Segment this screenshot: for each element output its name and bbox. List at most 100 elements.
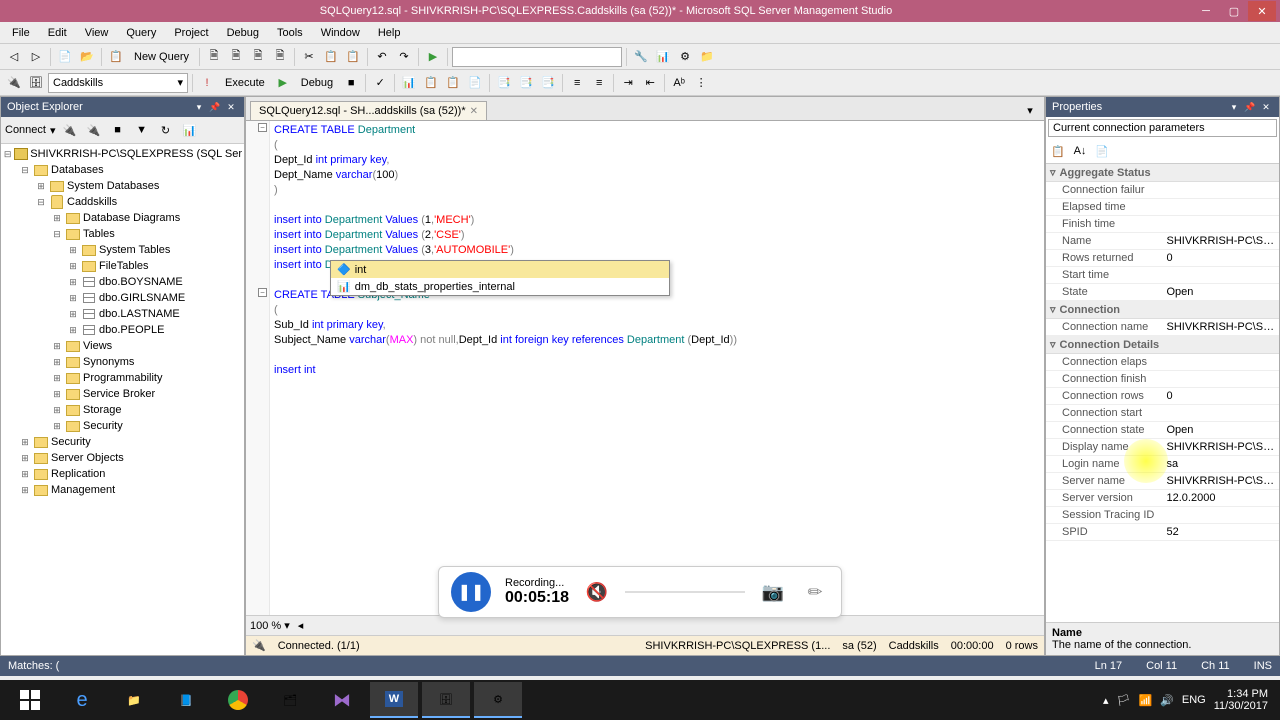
menu-debug[interactable]: Debug: [219, 25, 267, 41]
tb2-icon-6[interactable]: 📑: [516, 73, 536, 93]
db-icon-button[interactable]: 🗄: [26, 73, 46, 93]
tree-service-broker[interactable]: ⊞Service Broker: [3, 386, 242, 402]
intellisense-item[interactable]: 🔷int: [331, 261, 669, 278]
taskbar-vs[interactable]: ⧓: [318, 682, 366, 718]
nav-back-button[interactable]: ◁: [4, 47, 24, 67]
oe-icon-3[interactable]: 📊: [180, 120, 200, 140]
tree-server[interactable]: ⊟SHIVKRRISH-PC\SQLEXPRESS (SQL Ser: [3, 146, 242, 162]
nav-fwd-button[interactable]: ▷: [26, 47, 46, 67]
tb2-icon-9[interactable]: ⋮: [691, 73, 711, 93]
panel-close-icon[interactable]: ✕: [224, 100, 238, 114]
taskbar[interactable]: e 📁 📘 🗂 ⧓ W 🗄 ⚙ ▴ 🏳 📶 🔊 ENG 1:34 PM 11/3…: [0, 680, 1280, 720]
menu-help[interactable]: Help: [370, 25, 409, 41]
undo-button[interactable]: ↶: [372, 47, 392, 67]
menu-tools[interactable]: Tools: [269, 25, 311, 41]
tree-synonyms[interactable]: ⊞Synonyms: [3, 354, 242, 370]
menu-file[interactable]: File: [4, 25, 38, 41]
taskbar-app2[interactable]: 🗂: [266, 682, 314, 718]
taskbar-chrome[interactable]: [214, 682, 262, 718]
minimize-button[interactable]: ─: [1192, 1, 1220, 21]
tree-views[interactable]: ⊞Views: [3, 338, 242, 354]
tb2-icon-4[interactable]: 📄: [465, 73, 485, 93]
start-button[interactable]: ▶: [423, 47, 443, 67]
tree-filetables[interactable]: ⊞FileTables: [3, 258, 242, 274]
menu-project[interactable]: Project: [166, 25, 216, 41]
taskbar-word[interactable]: W: [370, 682, 418, 718]
taskbar-recorder[interactable]: ⚙: [474, 682, 522, 718]
maximize-button[interactable]: ▢: [1220, 1, 1248, 21]
tab-dropdown-icon[interactable]: ▾: [1020, 100, 1040, 120]
tb2-icon-3[interactable]: 📋: [443, 73, 463, 93]
tb-icon-d[interactable]: 📁: [697, 47, 717, 67]
tb-icon-c[interactable]: ⚙: [675, 47, 695, 67]
tb-icon-2[interactable]: 🗎: [226, 47, 246, 67]
copy-button[interactable]: 📋: [321, 47, 341, 67]
uncomment-button[interactable]: ≡: [589, 73, 609, 93]
panel-close-icon[interactable]: ✕: [1259, 100, 1273, 114]
panel-pin-icon[interactable]: 📌: [1243, 100, 1257, 114]
tree-databases[interactable]: ⊟Databases: [3, 162, 242, 178]
oe-stop-icon[interactable]: ■: [108, 120, 128, 140]
start-button[interactable]: [6, 682, 54, 718]
execute-icon[interactable]: !: [197, 73, 217, 93]
tb-icon-3[interactable]: 🗎: [248, 47, 268, 67]
tree-tables[interactable]: ⊟Tables: [3, 226, 242, 242]
tray-clock[interactable]: 1:34 PM 11/30/2017: [1214, 688, 1268, 712]
tree-lastname[interactable]: ⊞dbo.LASTNAME: [3, 306, 242, 322]
oe-filter-icon[interactable]: ▼: [132, 120, 152, 140]
outdent-button[interactable]: ⇤: [640, 73, 660, 93]
taskbar-explorer[interactable]: 📁: [110, 682, 158, 718]
panel-dropdown-icon[interactable]: ▾: [1227, 100, 1241, 114]
tree-people[interactable]: ⊞dbo.PEOPLE: [3, 322, 242, 338]
solution-config-dropdown[interactable]: [452, 47, 622, 67]
connect-button[interactable]: Connect: [5, 124, 46, 136]
database-dropdown[interactable]: Caddskills▾: [48, 73, 188, 93]
oe-icon-1[interactable]: 🔌: [60, 120, 80, 140]
tree-server-objects[interactable]: ⊞Server Objects: [3, 450, 242, 466]
menu-view[interactable]: View: [77, 25, 117, 41]
parse-button[interactable]: ✓: [370, 73, 390, 93]
debug-icon[interactable]: ▶: [273, 73, 293, 93]
comment-button[interactable]: ≡: [567, 73, 587, 93]
tab-sqlquery12[interactable]: SQLQuery12.sql - SH...addskills (sa (52)…: [250, 101, 487, 120]
tray-up-icon[interactable]: ▴: [1103, 694, 1109, 707]
open-button[interactable]: 📂: [77, 47, 97, 67]
prop-categorized-icon[interactable]: 📋: [1048, 141, 1068, 161]
tree-girlsname[interactable]: ⊞dbo.GIRLSNAME: [3, 290, 242, 306]
new-query-icon[interactable]: 📋: [106, 47, 126, 67]
taskbar-ssms[interactable]: 🗄: [422, 682, 470, 718]
zoom-dropdown[interactable]: 100 % ▾: [250, 619, 290, 632]
pause-button[interactable]: ❚❚: [451, 572, 491, 612]
indent-button[interactable]: ⇥: [618, 73, 638, 93]
tree-sys-tables[interactable]: ⊞System Tables: [3, 242, 242, 258]
tab-close-icon[interactable]: ✕: [470, 106, 478, 117]
redo-button[interactable]: ↷: [394, 47, 414, 67]
prop-alpha-icon[interactable]: A↓: [1070, 141, 1090, 161]
tree-storage[interactable]: ⊞Storage: [3, 402, 242, 418]
properties-grid[interactable]: ▿Aggregate Status Connection failur Elap…: [1046, 164, 1279, 622]
tree-security-db[interactable]: ⊞Security: [3, 418, 242, 434]
tb2-icon-7[interactable]: 📑: [538, 73, 558, 93]
intellisense-popup[interactable]: 🔷int 📊dm_db_stats_properties_internal: [330, 260, 670, 296]
debug-button[interactable]: Debug: [295, 75, 339, 91]
tree-programmability[interactable]: ⊞Programmability: [3, 370, 242, 386]
tray-network-icon[interactable]: 📶: [1139, 694, 1153, 707]
menu-edit[interactable]: Edit: [40, 25, 75, 41]
tb-icon-b[interactable]: 📊: [653, 47, 673, 67]
tb-icon-1[interactable]: 🗎: [204, 47, 224, 67]
prop-pages-icon[interactable]: 📄: [1092, 141, 1112, 161]
tb2-icon-1[interactable]: 📊: [399, 73, 419, 93]
paste-button[interactable]: 📋: [343, 47, 363, 67]
tree-sys-databases[interactable]: ⊞System Databases: [3, 178, 242, 194]
oe-icon-2[interactable]: 🔌: [84, 120, 104, 140]
cut-button[interactable]: ✂: [299, 47, 319, 67]
tb2-icon-2[interactable]: 📋: [421, 73, 441, 93]
code-editor[interactable]: − − CREATE TABLE Department ( Dept_Id in…: [246, 121, 1044, 615]
mute-icon[interactable]: 🔇: [583, 578, 611, 606]
properties-object-dropdown[interactable]: Current connection parameters: [1048, 119, 1277, 137]
webcam-icon[interactable]: 📷: [759, 578, 787, 606]
annotate-icon[interactable]: ✏: [801, 578, 829, 606]
tray-lang[interactable]: ENG: [1182, 694, 1206, 706]
intellisense-item[interactable]: 📊dm_db_stats_properties_internal: [331, 278, 669, 295]
close-button[interactable]: ✕: [1248, 1, 1276, 21]
